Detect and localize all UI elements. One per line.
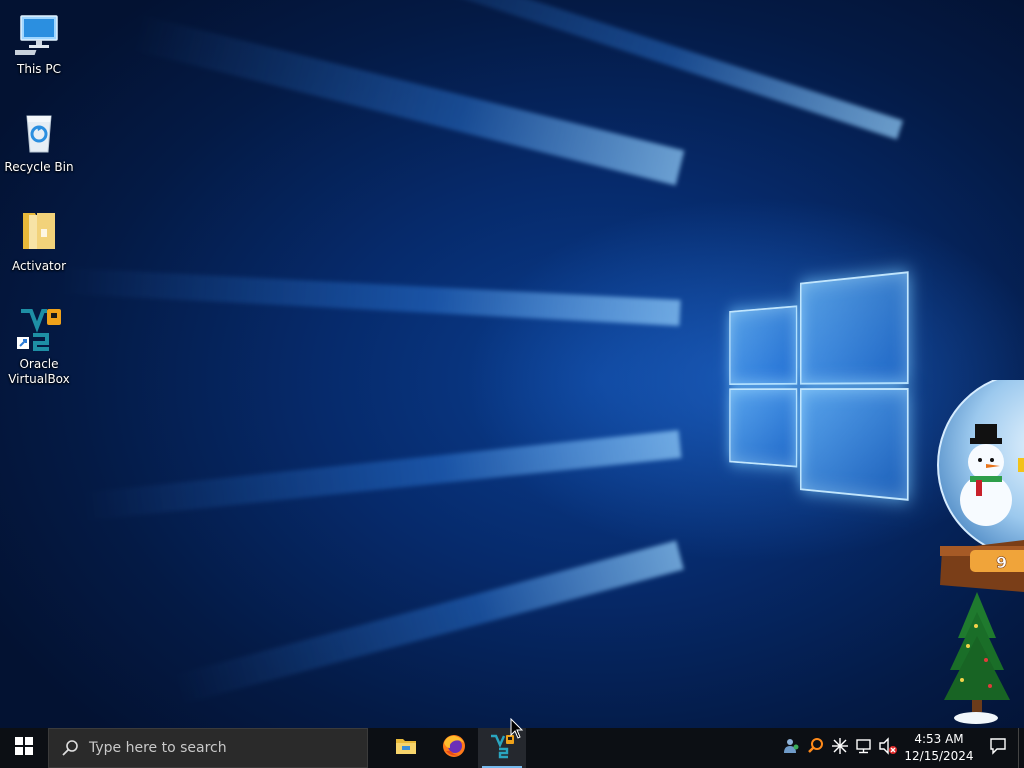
network-icon xyxy=(855,737,873,759)
snow-globe-gadget[interactable]: 9 xyxy=(930,372,1024,728)
logo-pane xyxy=(800,271,909,385)
file-explorer-icon xyxy=(394,734,418,762)
wallpaper-beam xyxy=(132,15,685,186)
wallpaper-beam xyxy=(326,0,904,140)
desktop-icon-activator[interactable]: Activator xyxy=(0,207,78,274)
virtualbox-icon xyxy=(15,305,63,353)
taskbar-app-firefox[interactable] xyxy=(430,728,478,768)
search-placeholder: Type here to search xyxy=(89,740,227,756)
label-line: Oracle xyxy=(19,357,59,371)
sparkle-icon xyxy=(831,737,849,759)
desktop-icon-label: Activator xyxy=(11,259,67,273)
mouse-cursor xyxy=(510,717,524,744)
clock-date: 12/15/2024 xyxy=(904,749,974,763)
system-tray: 4:53 AM 12/15/2024 xyxy=(780,728,1024,768)
folder-icon xyxy=(15,207,63,255)
tray-search-tool-button[interactable] xyxy=(804,728,828,768)
show-desktop-button[interactable] xyxy=(1018,728,1024,768)
taskbar-clock[interactable]: 4:53 AM 12/15/2024 xyxy=(900,728,978,768)
tray-sparkle-button[interactable] xyxy=(828,728,852,768)
taskbar: Type here to search 4:53 AM 12/15/2024 xyxy=(0,717,1024,768)
wallpaper-beam xyxy=(81,430,682,521)
action-center-button[interactable] xyxy=(978,728,1018,768)
gadget-digit: 9 xyxy=(996,553,1007,572)
desktop-icon-oracle-virtualbox[interactable]: Oracle VirtualBox xyxy=(0,305,78,387)
start-button[interactable] xyxy=(0,728,48,768)
logo-pane xyxy=(800,388,909,501)
windows-logo-icon xyxy=(15,737,33,759)
desktop-icon-this-pc[interactable]: This PC xyxy=(0,10,78,77)
desktop-icon-label: Recycle Bin xyxy=(4,160,74,174)
notification-icon xyxy=(989,737,1007,759)
wallpaper-beam xyxy=(60,267,681,326)
logo-pane xyxy=(729,388,798,468)
desktop[interactable]: This PC Recycle Bin Activator Oracle Vir… xyxy=(0,0,1024,728)
wallpaper-windows-logo xyxy=(729,260,920,520)
label-line: VirtualBox xyxy=(8,372,70,386)
tray-people-button[interactable] xyxy=(780,728,804,768)
people-icon xyxy=(783,737,801,759)
desktop-icon-label: Oracle VirtualBox xyxy=(8,357,70,387)
firefox-icon xyxy=(441,733,467,763)
tray-volume-button[interactable] xyxy=(876,728,900,768)
clock-time: 4:53 AM xyxy=(914,732,964,746)
tray-network-button[interactable] xyxy=(852,728,876,768)
computer-icon xyxy=(12,10,63,58)
search-tool-icon xyxy=(807,737,825,759)
taskbar-app-file-explorer[interactable] xyxy=(382,728,430,768)
wallpaper-beam xyxy=(173,540,684,705)
desktop-icon-label: This PC xyxy=(17,62,61,76)
recycle-bin-icon xyxy=(15,108,63,156)
volume-muted-icon xyxy=(878,737,898,759)
logo-pane xyxy=(729,305,798,386)
search-icon xyxy=(61,739,79,757)
desktop-icon-recycle-bin[interactable]: Recycle Bin xyxy=(0,108,78,175)
taskbar-search-box[interactable]: Type here to search xyxy=(48,728,368,768)
